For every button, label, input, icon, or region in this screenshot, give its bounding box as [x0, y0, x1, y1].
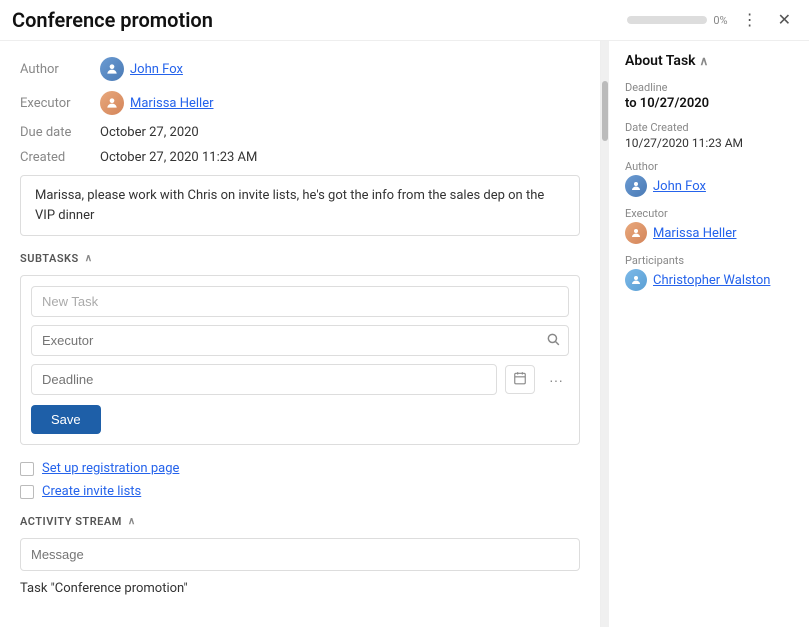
activity-section: ACTIVITY STREAM ∧ Task "Conference promo… [20, 515, 580, 596]
right-executor-label: Executor [625, 207, 793, 220]
subtasks-chevron[interactable]: ∧ [85, 253, 93, 264]
executor-name: Marissa Heller [130, 96, 214, 111]
right-deadline-value: to 10/27/2020 [625, 96, 793, 111]
activity-chevron[interactable]: ∧ [128, 516, 136, 527]
subtasks-header: SUBTASKS ∧ [20, 252, 580, 265]
created-label: Created [20, 150, 100, 165]
right-executor-link[interactable]: Marissa Heller [625, 222, 793, 244]
author-avatar [100, 57, 124, 81]
subtask-list: Set up registration page Create invite l… [20, 461, 580, 499]
author-name: John Fox [130, 62, 183, 77]
right-date-created-value: 10/27/2020 11:23 AM [625, 136, 793, 150]
subtask-checkbox-1[interactable] [20, 462, 34, 476]
executor-label: Executor [20, 96, 100, 111]
due-date-label: Due date [20, 125, 100, 140]
menu-button[interactable]: ⋮ [736, 8, 764, 32]
author-row: Author John Fox [20, 57, 580, 81]
due-date-value: October 27, 2020 [100, 125, 199, 140]
right-deadline-label: Deadline [625, 81, 793, 94]
executor-row: Executor Marissa Heller [20, 91, 580, 115]
message-input[interactable] [20, 538, 580, 571]
right-date-created-label: Date Created [625, 121, 793, 134]
right-participant-avatar [625, 269, 647, 291]
right-participant-name: Christopher Walston [653, 273, 770, 288]
subtasks-box: ··· Save [20, 275, 580, 445]
page-title: Conference promotion [12, 8, 627, 32]
scrollbar[interactable] [601, 41, 609, 627]
due-date-row: Due date October 27, 2020 [20, 125, 580, 140]
deadline-input[interactable] [31, 364, 497, 395]
activity-header: ACTIVITY STREAM ∧ [20, 515, 580, 528]
right-author-label: Author [625, 160, 793, 173]
right-panel-title: About Task ∧ [625, 53, 793, 69]
calendar-button[interactable] [505, 365, 535, 394]
subtask-checkbox-2[interactable] [20, 485, 34, 499]
activity-label: ACTIVITY STREAM [20, 515, 122, 528]
right-author-link[interactable]: John Fox [625, 175, 793, 197]
created-row: Created October 27, 2020 11:23 AM [20, 150, 580, 165]
author-label: Author [20, 62, 100, 77]
new-task-input[interactable] [31, 286, 569, 317]
right-executor-name: Marissa Heller [653, 226, 737, 241]
more-options-button[interactable]: ··· [543, 368, 569, 392]
author-link[interactable]: John Fox [100, 57, 183, 81]
executor-search-button[interactable] [538, 326, 568, 355]
main-layout: Author John Fox Executor Marissa Heller … [0, 41, 809, 627]
progress-wrapper: 0% [627, 14, 727, 27]
left-panel: Author John Fox Executor Marissa Heller … [0, 41, 601, 627]
right-author-name: John Fox [653, 179, 706, 194]
subtask-executor-input[interactable] [32, 326, 538, 355]
activity-log: Task "Conference promotion" [20, 581, 580, 596]
subtask-link-1[interactable]: Set up registration page [42, 461, 179, 476]
subtask-link-2[interactable]: Create invite lists [42, 484, 141, 499]
description-box: Marissa, please work with Chris on invit… [20, 175, 580, 236]
subtask-item-2: Create invite lists [20, 484, 580, 499]
executor-link[interactable]: Marissa Heller [100, 91, 214, 115]
executor-input-row [31, 325, 569, 356]
subtask-item: Set up registration page [20, 461, 580, 476]
right-panel: About Task ∧ Deadline to 10/27/2020 Date… [609, 41, 809, 627]
right-participant-link[interactable]: Christopher Walston [625, 269, 793, 291]
close-button[interactable]: ✕ [772, 8, 797, 32]
progress-bar [627, 16, 707, 24]
description-text: Marissa, please work with Chris on invit… [35, 188, 544, 223]
progress-label: 0% [713, 14, 727, 27]
right-panel-chevron[interactable]: ∧ [700, 54, 709, 68]
deadline-row: ··· [31, 364, 569, 395]
right-executor-avatar [625, 222, 647, 244]
header-controls: 0% ⋮ ✕ [627, 8, 797, 32]
app-header: Conference promotion 0% ⋮ ✕ [0, 0, 809, 41]
right-participants-label: Participants [625, 254, 793, 267]
subtasks-label: SUBTASKS [20, 252, 79, 265]
right-author-avatar [625, 175, 647, 197]
created-value: October 27, 2020 11:23 AM [100, 150, 257, 165]
executor-avatar [100, 91, 124, 115]
save-button[interactable]: Save [31, 405, 101, 434]
